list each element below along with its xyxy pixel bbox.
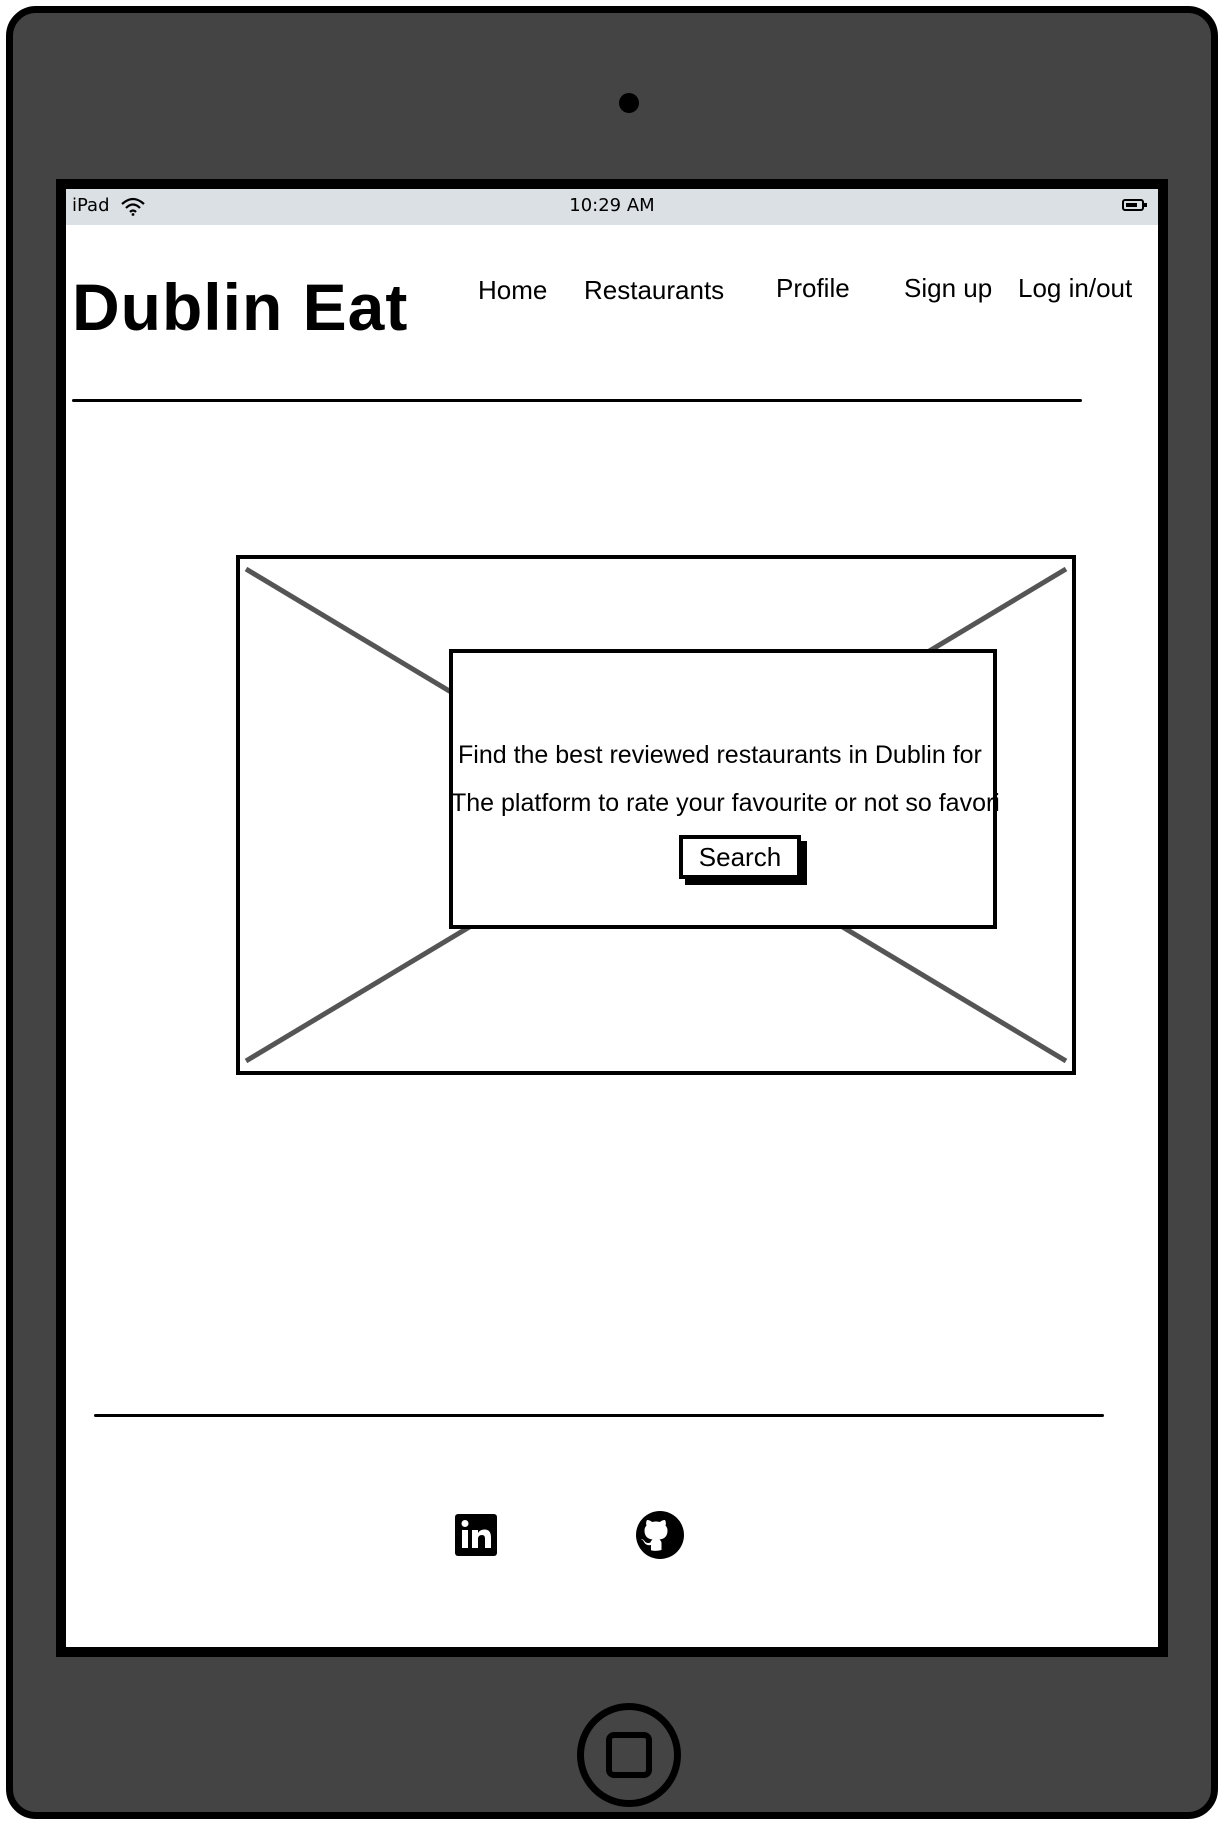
header-divider	[72, 399, 1082, 402]
battery-icon	[1122, 199, 1147, 211]
nav-restaurants[interactable]: Restaurants	[584, 275, 724, 306]
nav-profile[interactable]: Profile	[776, 273, 850, 304]
hero-subtitle: The platform to rate your favourite or n…	[451, 789, 1000, 817]
linkedin-icon	[455, 1514, 497, 1556]
linkedin-link[interactable]	[453, 1512, 499, 1558]
github-link[interactable]	[634, 1509, 686, 1561]
camera-dot	[619, 93, 639, 113]
home-button-icon	[606, 1732, 652, 1778]
home-button[interactable]	[577, 1703, 681, 1807]
status-bar: iPad 10:29 AM	[66, 189, 1158, 225]
nav-home[interactable]: Home	[478, 275, 547, 306]
github-icon	[636, 1511, 684, 1559]
search-button[interactable]: Search	[679, 835, 801, 879]
footer-divider	[94, 1414, 1104, 1417]
brand-logo[interactable]: Dublin Eat	[72, 269, 408, 345]
nav-sign-up[interactable]: Sign up	[904, 273, 992, 304]
status-time: 10:29 AM	[569, 195, 655, 216]
hero-tagline: Find the best reviewed restaurants in Du…	[458, 741, 982, 769]
nav-log-in-out[interactable]: Log in/out	[1018, 273, 1132, 304]
screen: iPad 10:29 AM Dublin Eat Home Restaurant…	[56, 179, 1168, 1657]
